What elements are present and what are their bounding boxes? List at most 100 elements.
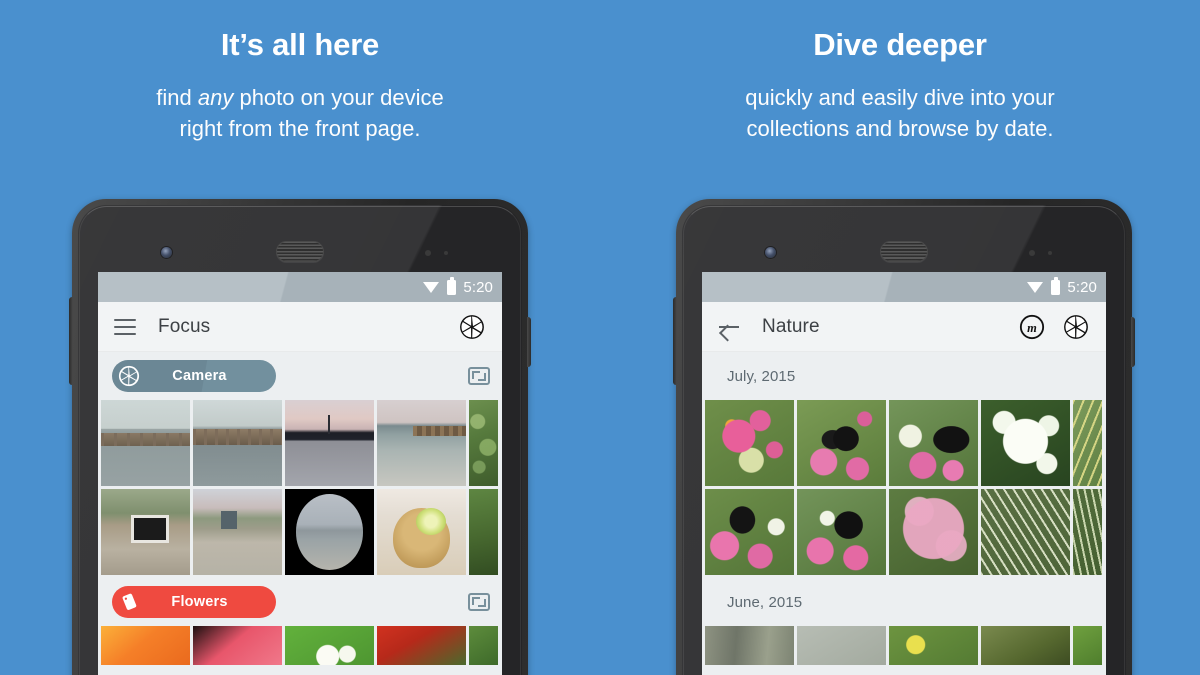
photo-cell-cactus-spines[interactable] [1073,400,1102,486]
headline-left: It’s all here [220,27,380,62]
subcopy-right: quickly and easily dive into your collec… [600,82,1200,144]
photo-cell-green-foliage[interactable] [469,626,498,665]
subcopy-left-part1: find [156,84,198,110]
svg-text:m: m [1027,320,1037,334]
wifi-icon [423,281,440,294]
wifi-icon [1027,281,1044,294]
photo-cell-plated-seafood-dish[interactable] [377,489,466,575]
back-arrow-icon [717,315,741,339]
marketing-copy-right: Dive deeper quickly and easily dive into… [600,0,1200,144]
photo-cell-red-hibiscus[interactable] [377,626,466,665]
date-header-july: July, 2015 [702,352,1106,400]
photo-cell-lighthouse-shore[interactable] [193,489,282,575]
photo-cell-sunset-over-water[interactable] [285,400,374,486]
photo-cell-stay-off-dock-sign[interactable] [101,489,190,575]
photo-cell-butterfly-on-phlox[interactable] [889,400,978,486]
sensor-dot [444,251,448,255]
photo-cell-black-swallowtail-butterfly[interactable] [797,400,886,486]
subcopy-right-line1: quickly and easily dive into your [745,84,1055,110]
sensor-dot [425,250,431,256]
subcopy-left-emphasis: any [197,84,234,110]
battery-icon [1051,277,1061,295]
subcopy-left: find any photo on your device right from… [0,82,600,144]
hamburger-menu-button[interactable] [111,313,139,341]
photo-cell-fisheye-waterfront[interactable] [285,489,374,575]
app-bar-actions: m [1018,313,1090,341]
photo-cell-white-lily[interactable] [981,400,1070,486]
chip-camera[interactable]: Camera [112,360,276,392]
photo-cell-yellow-wildflower[interactable] [889,626,978,665]
chip-camera-label: Camera [172,368,227,384]
tag-label-icon [117,590,141,614]
photo-cell-grass-blades[interactable] [981,626,1070,665]
photo-cell-beach-shoreline[interactable] [377,400,466,486]
subcopy-right-line2: collections and browse by date. [746,115,1054,141]
chip-flowers-label: Flowers [171,594,228,610]
front-camera-icon [765,247,776,258]
photo-cell-red-blossom[interactable] [193,626,282,665]
photo-grid-row [98,489,502,575]
app-bar: Nature m [702,302,1106,352]
phone-screen-left: 5:20 Focus Camera Flowers [98,272,502,675]
marketing-copy-left: It’s all here find any photo on your dev… [0,0,600,144]
photo-grid-row [702,489,1106,575]
volume-button[interactable] [69,297,73,385]
app-bar-title: Nature [762,315,820,337]
camera-shutter-button[interactable] [1062,313,1090,341]
camera-shutter-button[interactable] [458,313,486,341]
app-bar-title: Focus [158,315,211,337]
phone-mockup-left: 5:20 Focus Camera Flowers [69,199,531,675]
photo-grid-row [702,400,1106,486]
app-bar: Focus [98,302,502,352]
sensor-dot [1029,250,1035,256]
photo-cell-agave-leaves[interactable] [1073,489,1102,575]
status-bar: 5:20 [98,272,502,302]
photo-cell-green-shoots[interactable] [1073,626,1102,665]
photo-cell-weathered-wood[interactable] [705,626,794,665]
status-bar-clock: 5:20 [463,278,493,296]
earpiece-speaker-icon [880,241,928,262]
collapse-section-icon[interactable] [468,367,490,385]
panel-left: It’s all here find any photo on your dev… [0,0,600,675]
app-bar-actions [458,313,486,341]
date-header-june: June, 2015 [702,578,1106,626]
section-header-flowers: Flowers [98,578,502,626]
photo-cell-pink-blossom-cluster[interactable] [889,489,978,575]
sensor-dot [1048,251,1052,255]
status-bar: 5:20 [702,272,1106,302]
camera-aperture-icon [117,364,141,388]
photo-cell-greenery[interactable] [469,489,498,575]
photo-cell-pink-garden-flowers[interactable] [705,400,794,486]
subcopy-left-part2: photo on your device [233,84,444,110]
promo-stage: It’s all here find any photo on your dev… [0,0,1200,675]
power-button[interactable] [1131,317,1135,367]
photo-cell-green-leaves[interactable] [469,400,498,486]
chip-flowers[interactable]: Flowers [112,586,276,618]
power-button[interactable] [527,317,531,367]
collapse-section-icon[interactable] [468,593,490,611]
photo-cell-butterfly-pink-phlox[interactable] [705,489,794,575]
subcopy-left-line2: right from the front page. [179,115,421,141]
proximity-sensor-icon [1029,250,1052,256]
circled-m-logo-icon: m [1019,314,1045,339]
markdown-logo-button[interactable]: m [1018,313,1046,341]
panel-right: Dive deeper quickly and easily dive into… [600,0,1200,675]
section-header-camera: Camera [98,352,502,400]
camera-aperture-icon [1064,314,1088,339]
photo-cell-white-flowers-greenery[interactable] [285,626,374,665]
headline-right: Dive deeper [813,27,987,62]
battery-icon [447,277,457,295]
volume-button[interactable] [673,297,677,385]
photo-cell-wooden-pier[interactable] [193,400,282,486]
hamburger-menu-icon [114,318,136,335]
photo-cell-dock-at-dusk[interactable] [101,400,190,486]
camera-aperture-icon [460,314,484,339]
photo-cell-palm-fronds[interactable] [981,489,1070,575]
back-button[interactable] [715,313,743,341]
photo-cell-orange-petals[interactable] [101,626,190,665]
front-camera-icon [161,247,172,258]
photo-cell-concrete-texture[interactable] [797,626,886,665]
photo-cell-swallowtail-pink-flowers[interactable] [797,489,886,575]
phone-screen-right: 5:20 Nature m July, 2015 June, 2015 [702,272,1106,675]
photo-grid-row [702,626,1106,665]
